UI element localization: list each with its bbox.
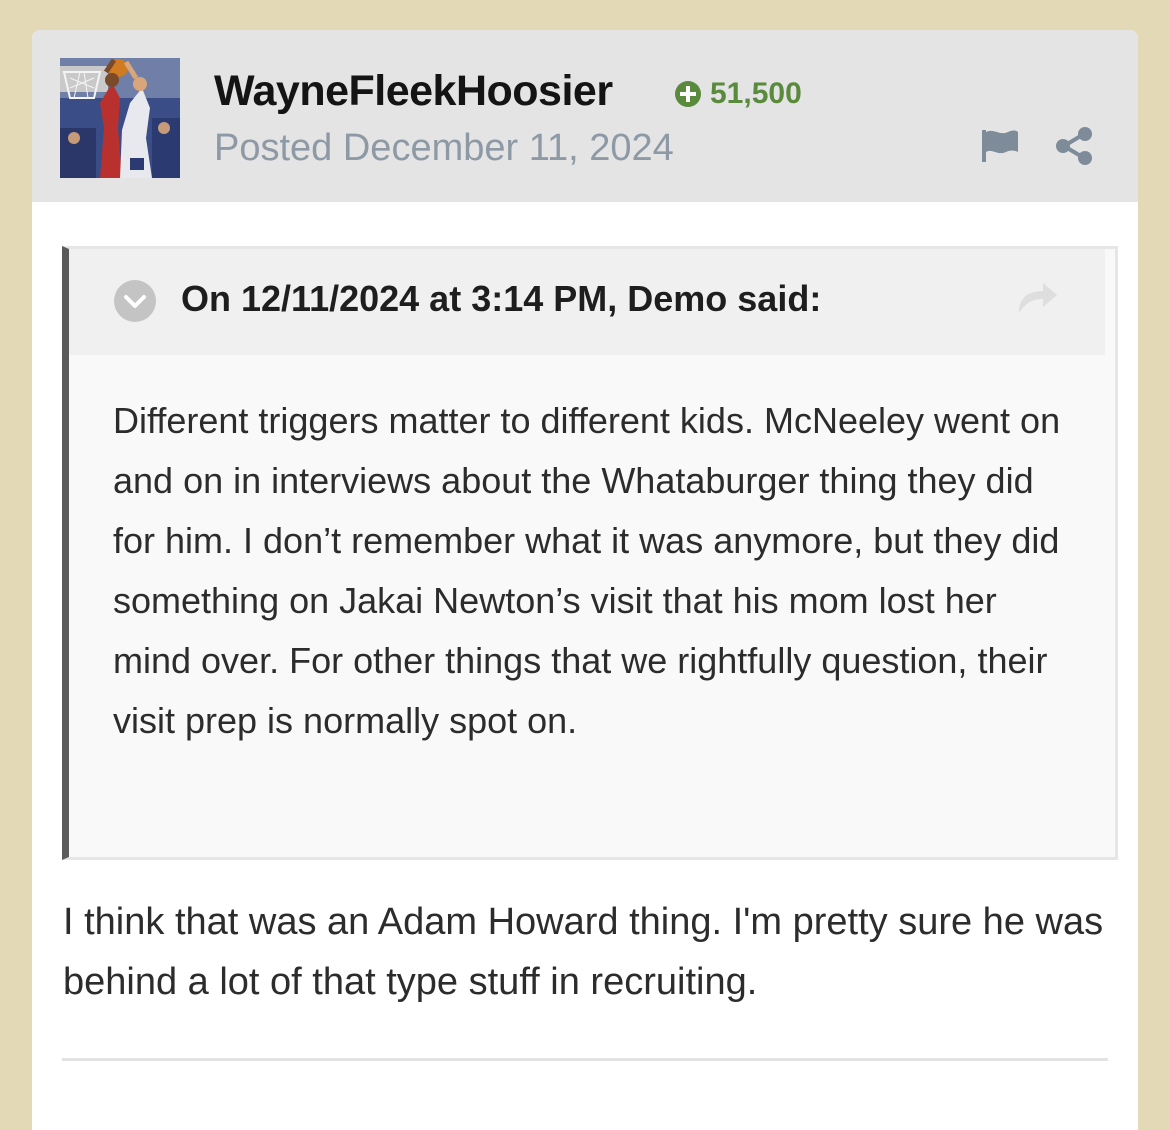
flag-icon[interactable] bbox=[980, 126, 1020, 166]
quoted-post: On 12/11/2024 at 3:14 PM, Demo said: Dif… bbox=[62, 246, 1118, 860]
quote-text: Different triggers matter to different k… bbox=[113, 400, 1061, 741]
chevron-down-icon[interactable] bbox=[113, 279, 157, 323]
post-divider bbox=[62, 1058, 1108, 1061]
avatar-image bbox=[60, 58, 180, 178]
quote-citation: On 12/11/2024 at 3:14 PM, Demo said: bbox=[181, 278, 822, 319]
reputation-count: 51,500 bbox=[710, 77, 802, 110]
share-icon[interactable] bbox=[1054, 126, 1094, 166]
post-content: I think that was an Adam Howard thing. I… bbox=[63, 901, 1104, 1003]
post-date[interactable]: Posted December 11, 2024 bbox=[214, 124, 674, 172]
avatar[interactable] bbox=[60, 58, 180, 178]
quote-header[interactable]: On 12/11/2024 at 3:14 PM, Demo said: bbox=[69, 249, 1105, 355]
plus-circle-icon bbox=[675, 81, 701, 107]
author-name[interactable]: WayneFleekHoosier bbox=[214, 66, 613, 116]
arrow-forward-icon[interactable] bbox=[1015, 277, 1059, 317]
post-header: WayneFleekHoosier 51,500 Posted December… bbox=[32, 30, 1138, 202]
forum-post: WayneFleekHoosier 51,500 Posted December… bbox=[32, 30, 1138, 1130]
reputation-badge[interactable]: 51,500 bbox=[674, 76, 802, 112]
